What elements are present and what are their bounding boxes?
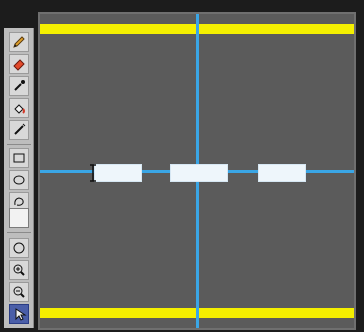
- rectangle-icon: [13, 153, 25, 163]
- zoom-out-tool[interactable]: [9, 282, 29, 302]
- circle-tool-icon: [13, 242, 25, 254]
- rectangle-select-tool[interactable]: [9, 148, 29, 168]
- lane-dash[interactable]: [94, 164, 142, 182]
- tool-separator: [7, 144, 31, 145]
- pointer-tool[interactable]: [9, 304, 29, 324]
- pointer-icon: [15, 308, 27, 321]
- eyedropper-tool[interactable]: [9, 76, 29, 96]
- wand-tool[interactable]: [9, 120, 29, 140]
- text-cursor-icon: [90, 164, 96, 182]
- color-swatch[interactable]: [9, 208, 29, 228]
- paint-bucket-tool[interactable]: [9, 98, 29, 118]
- eraser-icon: [13, 59, 25, 71]
- eraser-tool[interactable]: [9, 54, 29, 74]
- ellipse-select-tool[interactable]: [9, 170, 29, 190]
- zoom-in-tool[interactable]: [9, 260, 29, 280]
- zoom-out-icon: [13, 286, 25, 298]
- lane-dash[interactable]: [170, 164, 228, 182]
- ellipse-icon: [13, 175, 25, 185]
- pencil-tool[interactable]: [9, 32, 29, 52]
- wand-icon: [14, 123, 26, 135]
- circle-tool[interactable]: [9, 238, 29, 258]
- drawing-canvas[interactable]: [38, 12, 356, 330]
- tool-separator: [7, 232, 31, 233]
- eyedropper-icon: [14, 80, 25, 91]
- pencil-icon: [13, 36, 25, 48]
- paint-bucket-icon: [14, 104, 25, 114]
- lane-dash[interactable]: [258, 164, 306, 182]
- tool-palette: [4, 28, 34, 328]
- zoom-in-icon: [13, 264, 25, 276]
